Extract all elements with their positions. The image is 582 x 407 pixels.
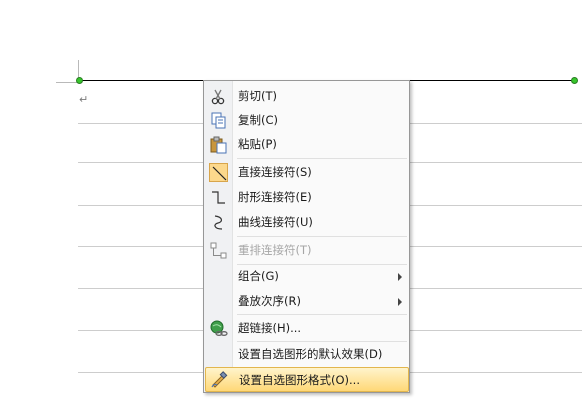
menu-separator [237, 158, 407, 159]
menu-item-reroute-connectors[interactable]: 重排连接符(T) [205, 238, 409, 263]
menu-item-format-autoshape[interactable]: 设置自选图形格式(O)... [205, 367, 409, 392]
menu-item-order[interactable]: 叠放次序(R) [205, 289, 409, 314]
menu-separator [237, 314, 407, 315]
menu-item-cut[interactable]: 剪切(T) [205, 84, 409, 109]
menu-item-curved-connector[interactable]: 曲线连接符(U) [205, 210, 409, 235]
copy-icon [209, 111, 228, 130]
paragraph-mark: ↵ [79, 93, 89, 106]
menu-item-straight-connector[interactable]: 直接连接符(S) [205, 160, 409, 185]
reroute-connector-icon [209, 241, 228, 260]
menu-item-paste[interactable]: 粘贴(P) [205, 132, 409, 157]
scissors-icon [209, 87, 228, 106]
submenu-arrow-icon [398, 298, 402, 306]
menu-separator [237, 236, 407, 237]
format-shape-icon [210, 371, 229, 390]
context-menu: 剪切(T) 复制(C) 粘贴(P) 直接连接符(S) 肘形连接符(E) 曲线连接… [203, 80, 410, 393]
menu-item-group[interactable]: 组合(G) [205, 264, 409, 289]
curved-connector-icon [209, 213, 228, 232]
menu-item-set-default-shape-effect[interactable]: 设置自选图形的默认效果(D) [205, 342, 409, 367]
connector-start-handle[interactable] [76, 77, 83, 84]
menu-item-hyperlink[interactable]: 超链接(H)... [205, 316, 409, 341]
menu-item-copy[interactable]: 复制(C) [205, 108, 409, 133]
hyperlink-icon [209, 319, 228, 338]
connector-end-handle[interactable] [571, 77, 578, 84]
paste-icon [209, 135, 228, 154]
menu-item-elbow-connector[interactable]: 肘形连接符(E) [205, 185, 409, 210]
straight-connector-icon [209, 163, 228, 182]
elbow-connector-icon [209, 188, 228, 207]
submenu-arrow-icon [398, 273, 402, 281]
